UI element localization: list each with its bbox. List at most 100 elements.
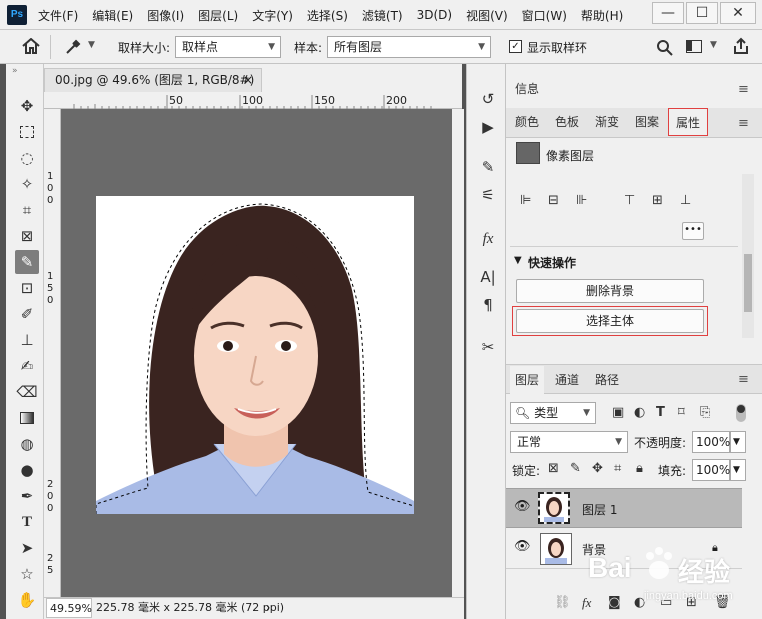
visibility-eye-icon[interactable]: 👁︎	[514, 539, 531, 554]
lock-transparent-icon[interactable]: ⊠	[548, 460, 559, 478]
remove-background-button[interactable]: 删除背景	[516, 279, 704, 303]
history-brush-tool-icon[interactable]: ✍	[15, 354, 39, 378]
blur-tool-icon[interactable]: ◍	[15, 432, 39, 456]
tab-gradients[interactable]: 渐变	[590, 108, 624, 136]
chevron-down-icon[interactable]: ▼	[514, 255, 522, 266]
status-menu-arrow[interactable]: ›	[266, 598, 270, 618]
menu-file[interactable]: 文件(F)	[38, 7, 84, 24]
menu-type[interactable]: 文字(Y)	[252, 7, 299, 24]
link-layers-icon[interactable]: ⛓	[554, 594, 571, 612]
zoom-field[interactable]: 49.59%	[46, 598, 92, 618]
tab-channels[interactable]: 通道	[550, 366, 584, 394]
healing-tool-icon[interactable]: ⊡	[15, 276, 39, 300]
pen-tool-icon[interactable]: ✒	[15, 484, 39, 508]
share-icon[interactable]	[732, 37, 750, 55]
menu-filter[interactable]: 滤镜(T)	[362, 7, 409, 24]
styles-icon[interactable]: fx	[477, 228, 499, 250]
chevron-down-icon[interactable]: ▼	[710, 40, 717, 50]
character-icon[interactable]: A|	[477, 266, 499, 288]
tab-properties[interactable]: 属性	[668, 108, 708, 136]
lock-position-icon[interactable]: ✥	[592, 460, 603, 478]
home-icon[interactable]	[22, 38, 40, 54]
chevron-down-icon[interactable]: ▼	[88, 40, 95, 50]
opacity-input[interactable]: 100%	[692, 431, 730, 453]
lasso-tool-icon[interactable]: ◌	[15, 146, 39, 170]
menu-select[interactable]: 选择(S)	[307, 7, 354, 24]
menu-edit[interactable]: 编辑(E)	[92, 7, 139, 24]
paragraph-icon[interactable]: ¶	[477, 294, 499, 316]
eraser-tool-icon[interactable]: ⌫	[15, 380, 39, 404]
magic-wand-tool-icon[interactable]: ✧	[15, 172, 39, 196]
menu-3d[interactable]: 3D(D)	[417, 8, 458, 22]
tab-layers[interactable]: 图层	[510, 366, 544, 394]
actions-play-icon[interactable]: ▶	[477, 116, 499, 138]
chevron-down-icon[interactable]: ▼	[730, 459, 746, 481]
sample-select[interactable]: 所有图层 ▼	[327, 36, 491, 58]
align-top-icon[interactable]: ⊤	[624, 192, 635, 210]
marquee-tool-icon[interactable]	[15, 120, 39, 144]
menu-layer[interactable]: 图层(L)	[198, 7, 244, 24]
collapse-icon[interactable]: »	[12, 66, 18, 76]
layer-filter-select[interactable]: 🔍︎ 类型 ▼	[510, 402, 596, 424]
tab-patterns[interactable]: 图案	[630, 108, 664, 136]
tab-color[interactable]: 颜色	[510, 108, 544, 136]
history-icon[interactable]: ↺	[477, 88, 499, 110]
layer-row[interactable]: 👁︎ 图层 1	[506, 488, 742, 528]
filter-toggle[interactable]	[736, 404, 746, 422]
path-selection-tool-icon[interactable]: ➤	[15, 536, 39, 560]
document-tab[interactable]: 00.jpg @ 49.6% (图层 1, RGB/8#) * ×	[44, 68, 262, 109]
hand-tool-icon[interactable]: ✋	[15, 588, 39, 612]
workspace-icon[interactable]	[686, 40, 702, 53]
canvas-scrollbar[interactable]	[452, 109, 464, 597]
close-tab-icon[interactable]: ×	[243, 69, 253, 91]
align-bottom-icon[interactable]: ⊥	[680, 192, 691, 210]
filter-type-icon[interactable]: T	[656, 404, 665, 422]
panel-menu-icon[interactable]: ≡	[738, 372, 749, 387]
properties-scrollbar[interactable]	[742, 174, 754, 338]
dodge-tool-icon[interactable]: ●	[15, 458, 39, 482]
more-options-button[interactable]: •••	[682, 222, 704, 240]
filter-pixel-icon[interactable]: ▣	[612, 404, 624, 422]
filter-smart-object-icon[interactable]: ⎘	[700, 404, 710, 422]
minimize-button[interactable]: —	[652, 2, 684, 24]
tab-paths[interactable]: 路径	[590, 366, 624, 394]
tab-info[interactable]: 信息	[510, 76, 544, 102]
search-icon[interactable]	[656, 39, 673, 56]
menu-window[interactable]: 窗口(W)	[522, 7, 573, 24]
close-button[interactable]: ✕	[720, 2, 756, 24]
brush-settings-icon[interactable]: ✎	[477, 156, 499, 178]
gradient-tool-icon[interactable]	[15, 406, 39, 430]
brush-tool-icon[interactable]: ✐	[15, 302, 39, 326]
sample-size-select[interactable]: 取样点 ▼	[175, 36, 281, 58]
crop-tool-icon[interactable]: ⌗	[15, 198, 39, 222]
filter-shape-icon[interactable]: ⌑	[678, 404, 685, 422]
align-right-icon[interactable]: ⊪	[576, 192, 587, 210]
tool-presets-icon[interactable]: ✂	[477, 336, 499, 358]
move-tool-icon[interactable]: ✥	[15, 94, 39, 118]
shape-tool-icon[interactable]: ☆	[15, 562, 39, 586]
brushes-icon[interactable]: ⚟	[477, 184, 499, 206]
type-tool-icon[interactable]: T	[15, 510, 39, 534]
align-middle-icon[interactable]: ⊞	[652, 192, 663, 210]
maximize-button[interactable]: ☐	[686, 2, 718, 24]
select-subject-button[interactable]: 选择主体	[516, 309, 704, 333]
lock-image-icon[interactable]: ✎	[570, 460, 581, 478]
eyedropper-tool-icon[interactable]: ✎	[15, 250, 39, 274]
filter-adjustment-icon[interactable]: ◐	[634, 404, 645, 422]
lock-all-icon[interactable]: 🔒︎	[636, 460, 643, 478]
document-canvas[interactable]	[96, 196, 414, 514]
align-center-icon[interactable]: ⊟	[548, 192, 559, 210]
lock-artboard-icon[interactable]: ⌗	[614, 460, 621, 478]
show-ring-checkbox[interactable]: ✓	[509, 40, 522, 53]
menu-image[interactable]: 图像(I)	[147, 7, 190, 24]
menu-view[interactable]: 视图(V)	[466, 7, 514, 24]
frame-tool-icon[interactable]: ⊠	[15, 224, 39, 248]
chevron-down-icon[interactable]: ▼	[730, 431, 746, 453]
layer-name[interactable]: 图层 1	[582, 501, 617, 518]
panel-menu-icon[interactable]: ≡	[738, 82, 749, 97]
tab-swatches[interactable]: 色板	[550, 108, 584, 136]
visibility-eye-icon[interactable]: 👁︎	[514, 499, 531, 514]
blend-mode-select[interactable]: 正常 ▼	[510, 431, 628, 453]
stamp-tool-icon[interactable]: ⊥	[15, 328, 39, 352]
align-left-icon[interactable]: ⊫	[520, 192, 531, 210]
